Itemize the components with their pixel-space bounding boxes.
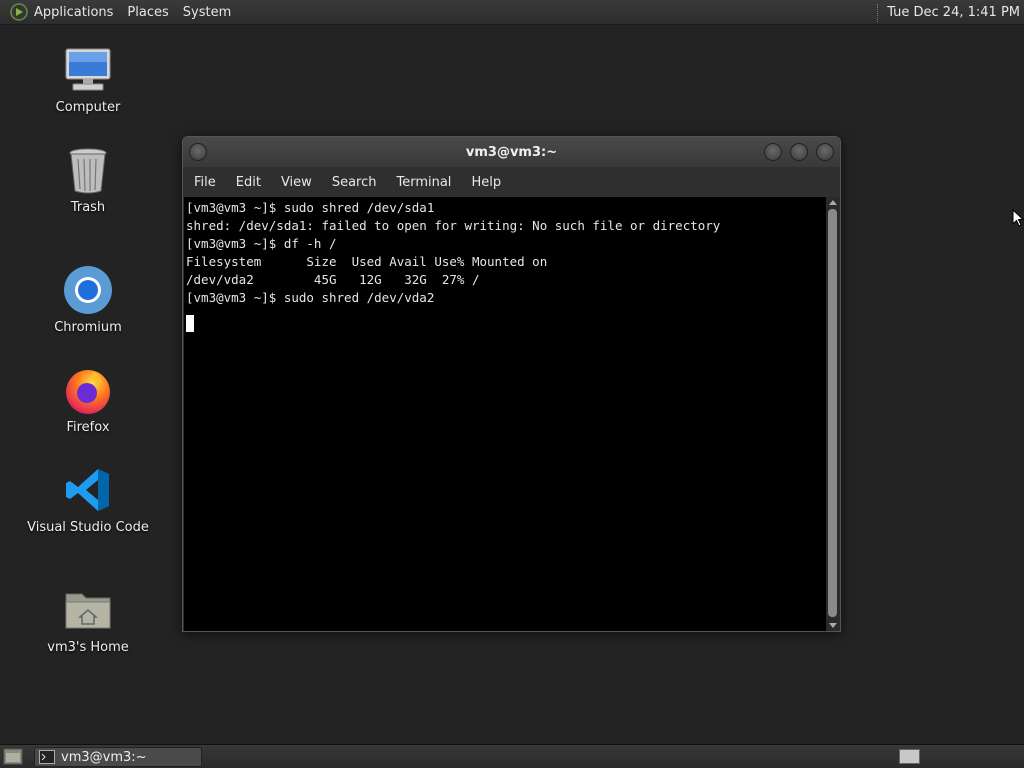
- show-desktop-icon[interactable]: [3, 748, 23, 768]
- close-button[interactable]: [816, 143, 834, 161]
- chromium-icon: [62, 264, 114, 316]
- terminal-line: Filesystem Size Used Avail Use% Mounted …: [186, 254, 548, 269]
- menu-search[interactable]: Search: [322, 175, 387, 190]
- terminal-line: [vm3@vm3 ~]$ sudo shred /dev/sda1: [186, 200, 435, 215]
- firefox-icon: [62, 364, 114, 416]
- trash-icon: [62, 144, 114, 196]
- scroll-up-arrow-icon[interactable]: [829, 200, 837, 205]
- text-cursor: [186, 315, 194, 332]
- terminal-line: [vm3@vm3 ~]$ df -h /: [186, 236, 337, 251]
- terminal-icon: [39, 750, 55, 764]
- top-panel: Applications Places System Tue Dec 24, 1…: [0, 0, 1024, 25]
- desktop-icon-label: Visual Studio Code: [27, 520, 149, 535]
- desktop-icon-label: vm3's Home: [47, 640, 129, 655]
- window-menu-button[interactable]: [189, 143, 207, 161]
- menu-view[interactable]: View: [271, 175, 322, 190]
- panel-separator: [877, 3, 879, 22]
- desktop-icon-computer[interactable]: Computer: [18, 44, 158, 115]
- mouse-pointer-icon: [1012, 208, 1024, 231]
- bottom-panel: vm3@vm3:~: [0, 744, 1024, 768]
- menu-file[interactable]: File: [183, 175, 226, 190]
- desktop-icon-label: Chromium: [54, 320, 122, 335]
- desktop-icon-vscode[interactable]: Visual Studio Code: [18, 464, 158, 535]
- home-folder-icon: [62, 584, 114, 636]
- menu-help[interactable]: Help: [461, 175, 511, 190]
- menu-terminal[interactable]: Terminal: [386, 175, 461, 190]
- scroll-down-arrow-icon[interactable]: [829, 623, 837, 628]
- desktop-icon-label: Firefox: [66, 420, 110, 435]
- terminal-line: shred: /dev/sda1: failed to open for wri…: [186, 218, 721, 233]
- scroll-thumb[interactable]: [828, 209, 837, 617]
- desktop-icon-home[interactable]: vm3's Home: [18, 584, 158, 655]
- desktop-icon-label: Computer: [55, 100, 121, 115]
- clock[interactable]: Tue Dec 24, 1:41 PM: [887, 5, 1020, 20]
- terminal-scrollbar[interactable]: [826, 197, 839, 631]
- terminal-window[interactable]: vm3@vm3:~ File Edit View Search Terminal…: [182, 136, 841, 632]
- terminal-output[interactable]: [vm3@vm3 ~]$ sudo shred /dev/sda1 shred: …: [184, 197, 827, 631]
- maximize-button[interactable]: [790, 143, 808, 161]
- desktop-icon-label: Trash: [70, 200, 106, 215]
- menu-edit[interactable]: Edit: [226, 175, 271, 190]
- taskbar-terminal-button[interactable]: vm3@vm3:~: [34, 747, 202, 767]
- terminal-menubar: File Edit View Search Terminal Help: [183, 167, 840, 197]
- workspace-switcher[interactable]: [899, 749, 920, 764]
- places-menu[interactable]: Places: [120, 5, 175, 20]
- clock-area: Tue Dec 24, 1:41 PM: [877, 0, 1020, 25]
- terminal-titlebar[interactable]: vm3@vm3:~: [183, 137, 840, 167]
- terminal-title: vm3@vm3:~: [465, 144, 558, 160]
- computer-icon: [62, 44, 114, 96]
- applications-menu[interactable]: Applications: [30, 5, 120, 20]
- system-menu[interactable]: System: [176, 5, 238, 20]
- desktop-icon-trash[interactable]: Trash: [18, 144, 158, 215]
- desktop-icon-firefox[interactable]: Firefox: [18, 364, 158, 435]
- terminal-line: [vm3@vm3 ~]$ sudo shred /dev/vda2: [186, 290, 435, 305]
- system-logo-icon[interactable]: [8, 1, 30, 23]
- desktop-icon-chromium[interactable]: Chromium: [18, 264, 158, 335]
- taskbar-button-label: vm3@vm3:~: [61, 749, 147, 765]
- terminal-line: /dev/vda2 45G 12G 32G 27% /: [186, 272, 480, 287]
- minimize-button[interactable]: [764, 143, 782, 161]
- vscode-icon: [62, 464, 114, 516]
